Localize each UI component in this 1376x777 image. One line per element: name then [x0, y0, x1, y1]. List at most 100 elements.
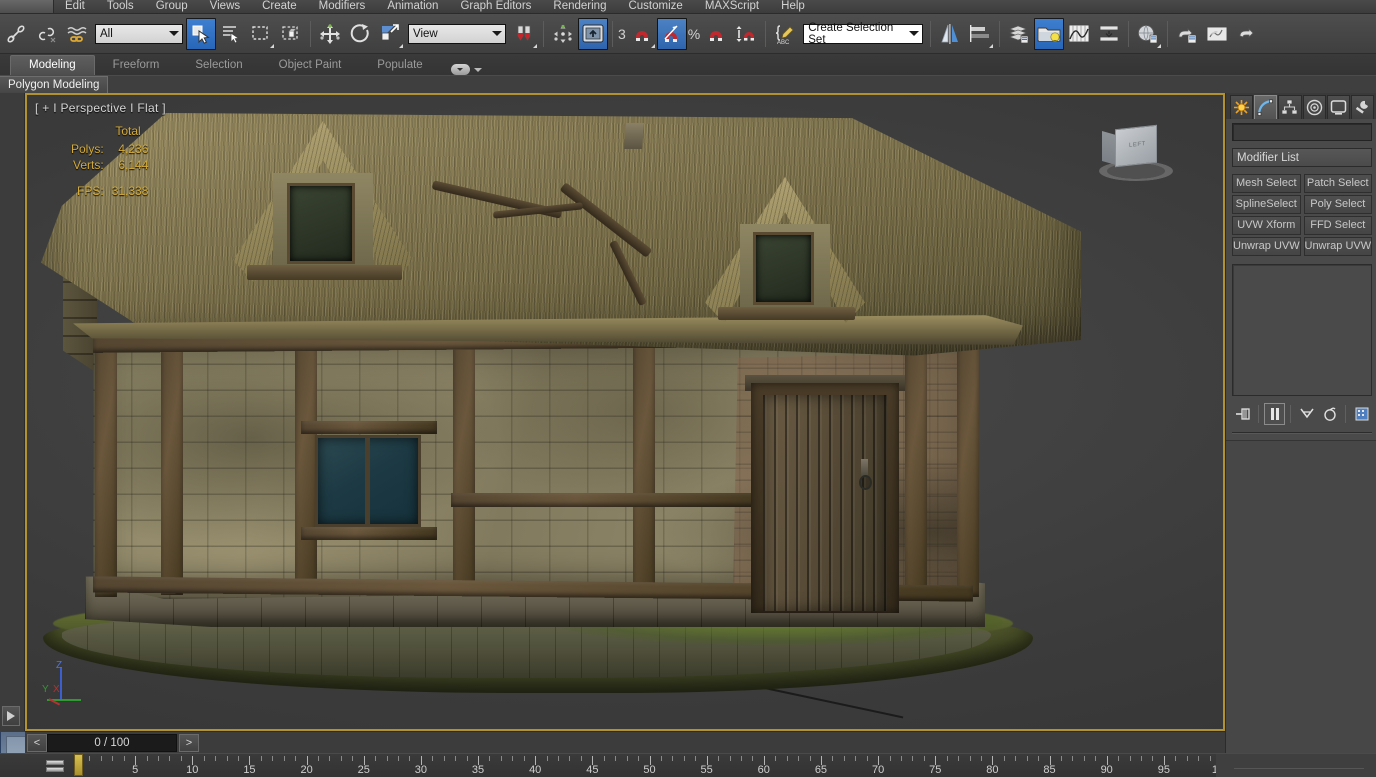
menu-item-customize[interactable]: Customize	[617, 0, 693, 13]
select-and-uniform-scale-icon[interactable]	[375, 18, 405, 50]
open-mini-curve-editor-icon[interactable]	[44, 757, 66, 775]
percent-snap-toggle-icon[interactable]	[701, 18, 731, 50]
viewcube-side-face[interactable]	[1102, 130, 1116, 166]
next-frame-button[interactable]: >	[179, 733, 199, 752]
chevron-down-icon[interactable]	[473, 67, 482, 72]
pin-stack-button[interactable]	[1232, 403, 1253, 425]
viewcube[interactable]: LEFT	[1093, 123, 1179, 181]
select-and-rotate-icon[interactable]	[345, 18, 375, 50]
chevron-down-icon[interactable]	[906, 25, 922, 43]
menu-item-animation[interactable]: Animation	[376, 0, 449, 13]
modifier-button-mesh-select[interactable]: Mesh Select	[1232, 174, 1301, 193]
chevron-down-icon[interactable]	[489, 25, 505, 43]
menu-item-group[interactable]: Group	[145, 0, 199, 13]
current-frame-display[interactable]: 0 / 100	[47, 733, 177, 752]
unlink-selection-icon[interactable]	[32, 18, 62, 50]
modifier-button-uvw-xform[interactable]: UVW Xform	[1232, 216, 1301, 235]
ruler-tick-minor	[375, 756, 377, 761]
ruler-tick-minor	[512, 756, 514, 761]
command-panel-body: Modifier List Mesh Select Patch Select S…	[1226, 119, 1376, 434]
create-tab[interactable]	[1230, 94, 1254, 119]
named-selection-sets-combo[interactable]: Create Selection Set	[803, 22, 924, 46]
ribbon-tab-modeling[interactable]: Modeling	[10, 55, 95, 75]
reference-coordinate-system-combo[interactable]: View	[408, 23, 506, 44]
hierarchy-tab[interactable]	[1278, 94, 1302, 119]
window-crossing-icon[interactable]	[276, 18, 306, 50]
configure-modifier-sets-button[interactable]	[1351, 403, 1372, 425]
ruler-tick-minor	[786, 756, 788, 761]
snaps-toggle-icon[interactable]	[627, 18, 657, 50]
scene-explorer-icon[interactable]	[1034, 17, 1065, 50]
menu-item-rendering[interactable]: Rendering	[542, 0, 617, 13]
ribbon-tab-object-paint[interactable]: Object Paint	[261, 56, 360, 75]
layer-explorer-icon[interactable]	[1004, 18, 1034, 50]
ribbon-options-menu[interactable]	[441, 64, 492, 75]
ribbon-tab-populate[interactable]: Populate	[359, 56, 440, 75]
menu-item-tools[interactable]: Tools	[96, 0, 145, 13]
edit-named-selection-sets-icon[interactable]: ABC	[770, 18, 800, 50]
rendered-frame-window-icon[interactable]	[1202, 18, 1232, 50]
select-and-move-icon[interactable]	[315, 18, 345, 50]
ruler-tick-minor	[1140, 756, 1142, 761]
expand-panel-button[interactable]	[2, 706, 20, 726]
time-slider-track[interactable]	[199, 734, 1225, 752]
align-icon[interactable]	[965, 18, 995, 50]
menu-item-modifiers[interactable]: Modifiers	[308, 0, 377, 13]
selection-filter-combo[interactable]: All	[95, 23, 183, 44]
modifier-button-unwrap-uvw-alt[interactable]: Unwrap UVW	[1303, 237, 1372, 256]
perspective-viewport[interactable]: [ + I Perspective I Flat ] Total Polys: …	[25, 93, 1225, 731]
ribbon-tab-selection[interactable]: Selection	[177, 56, 260, 75]
application-menu-button[interactable]	[0, 0, 54, 13]
material-editor-icon[interactable]	[1133, 18, 1163, 50]
viewport-canvas[interactable]: [ + I Perspective I Flat ] Total Polys: …	[27, 95, 1223, 729]
modify-tab[interactable]	[1254, 94, 1278, 119]
menu-item-help[interactable]: Help	[770, 0, 816, 13]
angle-snap-toggle-icon[interactable]	[656, 17, 687, 50]
select-by-name-icon[interactable]	[216, 18, 246, 50]
cottage-model[interactable]	[33, 103, 1093, 703]
display-tab[interactable]	[1326, 94, 1350, 119]
rectangular-selection-region-icon[interactable]	[246, 18, 276, 50]
remove-modifier-button[interactable]	[1319, 403, 1340, 425]
panel-separator	[1290, 405, 1291, 423]
track-bar[interactable]: 0510152025303540455055606570758085909510…	[0, 753, 1376, 777]
select-and-link-icon[interactable]	[2, 18, 32, 50]
modifier-button-patch-select[interactable]: Patch Select	[1303, 174, 1372, 193]
modifier-stack-list[interactable]	[1232, 264, 1372, 396]
utilities-tab[interactable]	[1350, 94, 1375, 119]
mirror-icon[interactable]	[935, 18, 965, 50]
chevron-down-icon[interactable]	[166, 25, 182, 43]
track-bar-ruler[interactable]: 0510152025303540455055606570758085909510…	[75, 754, 1376, 777]
render-production-icon[interactable]	[1232, 18, 1262, 50]
modifier-button-poly-select[interactable]: Poly Select	[1303, 195, 1372, 214]
object-name-field[interactable]	[1232, 123, 1372, 141]
modifier-list-dropdown[interactable]: Modifier List	[1232, 148, 1372, 167]
menu-item-graph-editors[interactable]: Graph Editors	[449, 0, 542, 13]
viewport-label[interactable]: [ + I Perspective I Flat ]	[35, 101, 166, 115]
time-playhead[interactable]	[74, 754, 83, 776]
menu-item-create[interactable]: Create	[251, 0, 308, 13]
modifier-button-ffd-select[interactable]: FFD Select	[1303, 216, 1372, 235]
modifier-button-unwrap-uvw[interactable]: Unwrap UVW	[1232, 237, 1301, 256]
make-unique-button[interactable]	[1296, 403, 1317, 425]
curve-editor-icon[interactable]	[1064, 18, 1094, 50]
select-and-manipulate-icon[interactable]	[548, 18, 578, 50]
menu-item-maxscript[interactable]: MAXScript	[694, 0, 770, 13]
show-end-result-button[interactable]	[1264, 403, 1285, 425]
ribbon-tab-freeform[interactable]: Freeform	[95, 56, 178, 75]
previous-frame-button[interactable]: <	[27, 733, 47, 752]
select-object-icon[interactable]	[186, 17, 216, 50]
use-pivot-point-center-icon[interactable]	[509, 18, 539, 50]
toolbar-separator	[612, 20, 613, 47]
menu-item-views[interactable]: Views	[199, 0, 251, 13]
bind-to-space-warp-icon[interactable]	[62, 18, 92, 50]
motion-tab[interactable]	[1302, 94, 1326, 119]
render-setup-icon[interactable]	[1172, 18, 1202, 50]
schematic-view-icon[interactable]	[1094, 18, 1124, 50]
keyboard-shortcut-override-toggle-icon[interactable]	[578, 17, 608, 50]
spinner-snap-toggle-icon[interactable]	[731, 18, 761, 50]
ruler-tick-minor	[283, 756, 285, 761]
ribbon-panel-polygon-modeling[interactable]: Polygon Modeling	[0, 75, 109, 94]
modifier-button-spline-select[interactable]: SplineSelect	[1232, 195, 1301, 214]
menu-item-edit[interactable]: Edit	[54, 0, 96, 13]
